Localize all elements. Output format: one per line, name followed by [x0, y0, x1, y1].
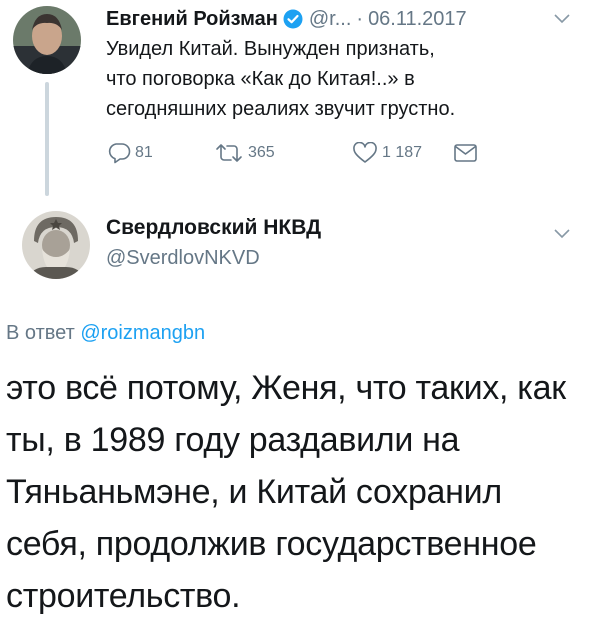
thread-connector-line	[45, 82, 49, 196]
tweet2-handle[interactable]: @SverdlovNKVD	[106, 247, 260, 270]
tweet2-text: это всё потому, Женя, что таких, как ты,…	[6, 362, 586, 622]
tweet1-text: Увидел Китай. Вынужден признать, что пог…	[106, 34, 576, 124]
chevron-down-icon[interactable]	[554, 229, 570, 239]
like-count: 1 187	[382, 144, 423, 161]
like-button[interactable]: 1 187	[352, 140, 422, 166]
tweet1-text-line: что поговорка «Как до Китая!..» в	[106, 68, 415, 90]
chevron-down-icon[interactable]	[554, 14, 570, 24]
tweet1-date[interactable]: 06.11.2017	[368, 8, 467, 31]
tweet1-header: Евгений Ройзман @r... · 06.11.2017	[106, 4, 467, 34]
tweet1-author-name[interactable]: Евгений Ройзман	[106, 8, 278, 31]
reply-prefix: В ответ	[6, 322, 75, 344]
tweet2-text-line: ты, в 1989 году раздавили на	[6, 421, 460, 459]
tweet2-text-line: это всё потому, Женя, что таких, как	[6, 369, 566, 407]
retweet-button[interactable]: 365	[214, 140, 275, 166]
tweet1-handle[interactable]: @r...	[309, 8, 352, 31]
tweet2-author-name[interactable]: Свердловский НКВД	[106, 216, 321, 240]
retweet-icon	[216, 144, 242, 162]
avatar-roizman[interactable]	[13, 6, 81, 74]
direct-message-button[interactable]	[453, 140, 483, 166]
reply-icon	[108, 143, 131, 164]
tweet2-text-line: себя, продолжив государственное	[6, 525, 537, 563]
header-separator: ·	[356, 7, 364, 30]
avatar-sverdlovnkvd[interactable]	[22, 211, 90, 279]
verified-badge-icon	[283, 9, 303, 29]
reply-button[interactable]: 81	[107, 140, 153, 166]
heart-icon	[353, 142, 377, 163]
reply-context: В ответ @roizmangbn	[6, 322, 205, 345]
tweet1-text-line: сегодняшних реалиях звучит грустно.	[106, 98, 456, 120]
tweet2-text-line: Тяньаньмэне, и Китай сохранил	[6, 473, 502, 511]
tweet2-text-line: строительство.	[6, 577, 241, 615]
tweet1-text-line: Увидел Китай. Вынужден признать,	[106, 38, 435, 60]
envelope-icon	[454, 144, 477, 162]
retweet-count: 365	[248, 144, 275, 161]
reply-mention-link[interactable]: @roizmangbn	[80, 322, 205, 344]
reply-count: 81	[135, 144, 153, 161]
